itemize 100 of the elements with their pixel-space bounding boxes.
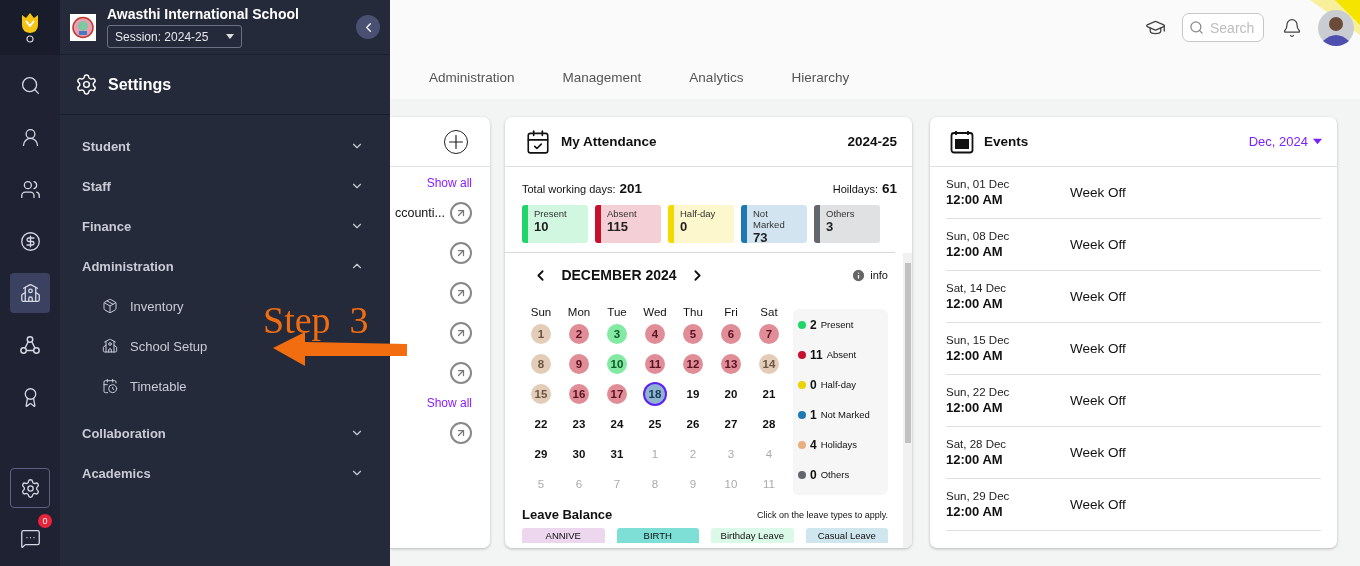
show-all-link[interactable]: Show all xyxy=(426,393,472,413)
scrollbar[interactable] xyxy=(903,253,912,548)
session-select[interactable]: Session: 2024-25 xyxy=(107,25,242,48)
settings-icon xyxy=(75,73,98,96)
legend-count: 2 xyxy=(810,317,817,332)
calendar-day[interactable]: 9 xyxy=(569,354,589,374)
open-button[interactable] xyxy=(450,322,472,344)
event-title: Week Off xyxy=(1070,185,1126,200)
calendar-day[interactable]: 12 xyxy=(683,354,703,374)
rail-button[interactable] xyxy=(10,273,50,313)
show-all-link[interactable]: Show all xyxy=(426,173,472,193)
calendar-day[interactable]: 31 xyxy=(607,444,627,464)
menu-section[interactable]: Administration xyxy=(60,246,390,286)
calendar-day[interactable]: 1 xyxy=(531,324,551,344)
settings-icon xyxy=(19,477,41,499)
rail-button[interactable] xyxy=(10,468,50,508)
calendar-day[interactable]: 14 xyxy=(759,354,779,374)
calendar-day[interactable]: 29 xyxy=(531,444,551,464)
nav-tab[interactable]: Management xyxy=(562,69,642,85)
nav-tab[interactable]: Analytics xyxy=(689,69,744,85)
open-button[interactable] xyxy=(450,422,472,444)
calendar-day[interactable]: 15 xyxy=(531,384,551,404)
caret-icon xyxy=(1313,138,1322,145)
arrow-icon xyxy=(455,207,467,219)
menu-section[interactable]: Staff xyxy=(60,166,390,206)
section-title: Leave Balance xyxy=(522,507,613,522)
leave-type-button[interactable]: Casual Leave xyxy=(805,528,888,543)
menu-item[interactable]: School Setup xyxy=(102,326,208,366)
open-button[interactable] xyxy=(450,282,472,304)
calendar-day[interactable]: 10 xyxy=(607,354,627,374)
calendar-day[interactable]: 30 xyxy=(569,444,589,464)
stat-value: 3 xyxy=(826,219,835,234)
caret-icon xyxy=(226,34,234,39)
calendar-day[interactable]: 16 xyxy=(569,384,589,404)
event-date: Sun, 15 Dec xyxy=(946,334,1011,346)
calendar-day[interactable]: 13 xyxy=(721,354,741,374)
open-button[interactable] xyxy=(450,202,472,224)
calendar-day[interactable]: 4 xyxy=(645,324,665,344)
calendar-day[interactable]: 23 xyxy=(569,414,589,434)
legend-count: 1 xyxy=(810,407,817,422)
menu-section[interactable]: Finance xyxy=(60,206,390,246)
calendar-day[interactable]: 3 xyxy=(607,324,627,344)
menu-item[interactable]: Timetable xyxy=(102,366,187,406)
event-title: Week Off xyxy=(1070,341,1126,356)
nav-tab[interactable]: Administration xyxy=(429,69,515,85)
calendar-day[interactable]: 6 xyxy=(721,324,741,344)
avatar[interactable] xyxy=(1318,9,1354,46)
calendar-day[interactable]: 27 xyxy=(721,414,741,434)
leave-type-button[interactable]: ANNIVE xyxy=(522,528,605,543)
search-field[interactable]: Search xyxy=(1182,13,1264,42)
menu-section[interactable]: Student xyxy=(60,126,390,166)
weekday-label: Mon xyxy=(566,306,592,319)
school-logo xyxy=(70,13,96,41)
event-time: 12:00 AM xyxy=(946,504,1004,519)
calendar-day[interactable]: 22 xyxy=(531,414,551,434)
open-button[interactable] xyxy=(450,362,472,384)
calendar-day[interactable]: 8 xyxy=(531,354,551,374)
event-title: Week Off xyxy=(1070,445,1126,460)
calendar-day[interactable]: 25 xyxy=(645,414,665,434)
calendar-day[interactable]: 21 xyxy=(759,384,779,404)
stat-label: Half-day xyxy=(680,208,717,219)
arrow-icon xyxy=(455,287,467,299)
school-name: Awasthi International School xyxy=(107,6,300,22)
menu-item[interactable]: Inventory xyxy=(102,286,184,326)
panel-title: Settings xyxy=(108,75,172,94)
step-annotation: Step 3 xyxy=(263,298,369,342)
menu-section[interactable]: Collaboration xyxy=(60,413,390,453)
app-logo xyxy=(20,11,40,44)
stat-label: Others xyxy=(826,208,856,219)
calendar-day[interactable]: 26 xyxy=(683,414,703,434)
calendar-day[interactable]: 18 xyxy=(645,384,665,404)
calendar-day[interactable]: 7 xyxy=(759,324,779,344)
summary-label: Hoildays: xyxy=(832,183,878,195)
weekday-label: Fri xyxy=(723,306,739,319)
calendar-day[interactable]: 24 xyxy=(607,414,627,434)
month-select[interactable]: Dec, 2024 xyxy=(1248,134,1322,149)
weekday-label: Tue xyxy=(606,306,628,319)
calendar-day[interactable]: 19 xyxy=(683,384,703,404)
leave-type-button[interactable]: Birthday Leave xyxy=(711,528,794,543)
info-link[interactable]: info xyxy=(870,269,888,281)
calendar-day[interactable]: 17 xyxy=(607,384,627,404)
weekday-label: Sat xyxy=(759,306,779,319)
nav-tab[interactable]: Hierarchy xyxy=(791,69,850,85)
event-time: 12:00 AM xyxy=(946,348,1004,363)
arrow-icon xyxy=(455,327,467,339)
calendar-day[interactable]: 20 xyxy=(721,384,741,404)
collapse-button[interactable] xyxy=(356,15,380,39)
calendar-icon xyxy=(950,129,974,154)
stat-label: Absent xyxy=(607,208,638,219)
bell-icon[interactable] xyxy=(1282,17,1302,38)
calendar-day[interactable]: 28 xyxy=(759,414,779,434)
leave-type-button[interactable]: BIRTH xyxy=(616,528,699,543)
weekday-label: Wed xyxy=(642,306,668,319)
calendar-day[interactable]: 2 xyxy=(569,324,589,344)
chat-icon xyxy=(19,527,41,549)
open-button[interactable] xyxy=(450,242,472,264)
search-icon xyxy=(19,74,41,96)
calendar-day[interactable]: 5 xyxy=(683,324,703,344)
calendar-day[interactable]: 11 xyxy=(645,354,665,374)
menu-section[interactable]: Academics xyxy=(60,453,390,493)
